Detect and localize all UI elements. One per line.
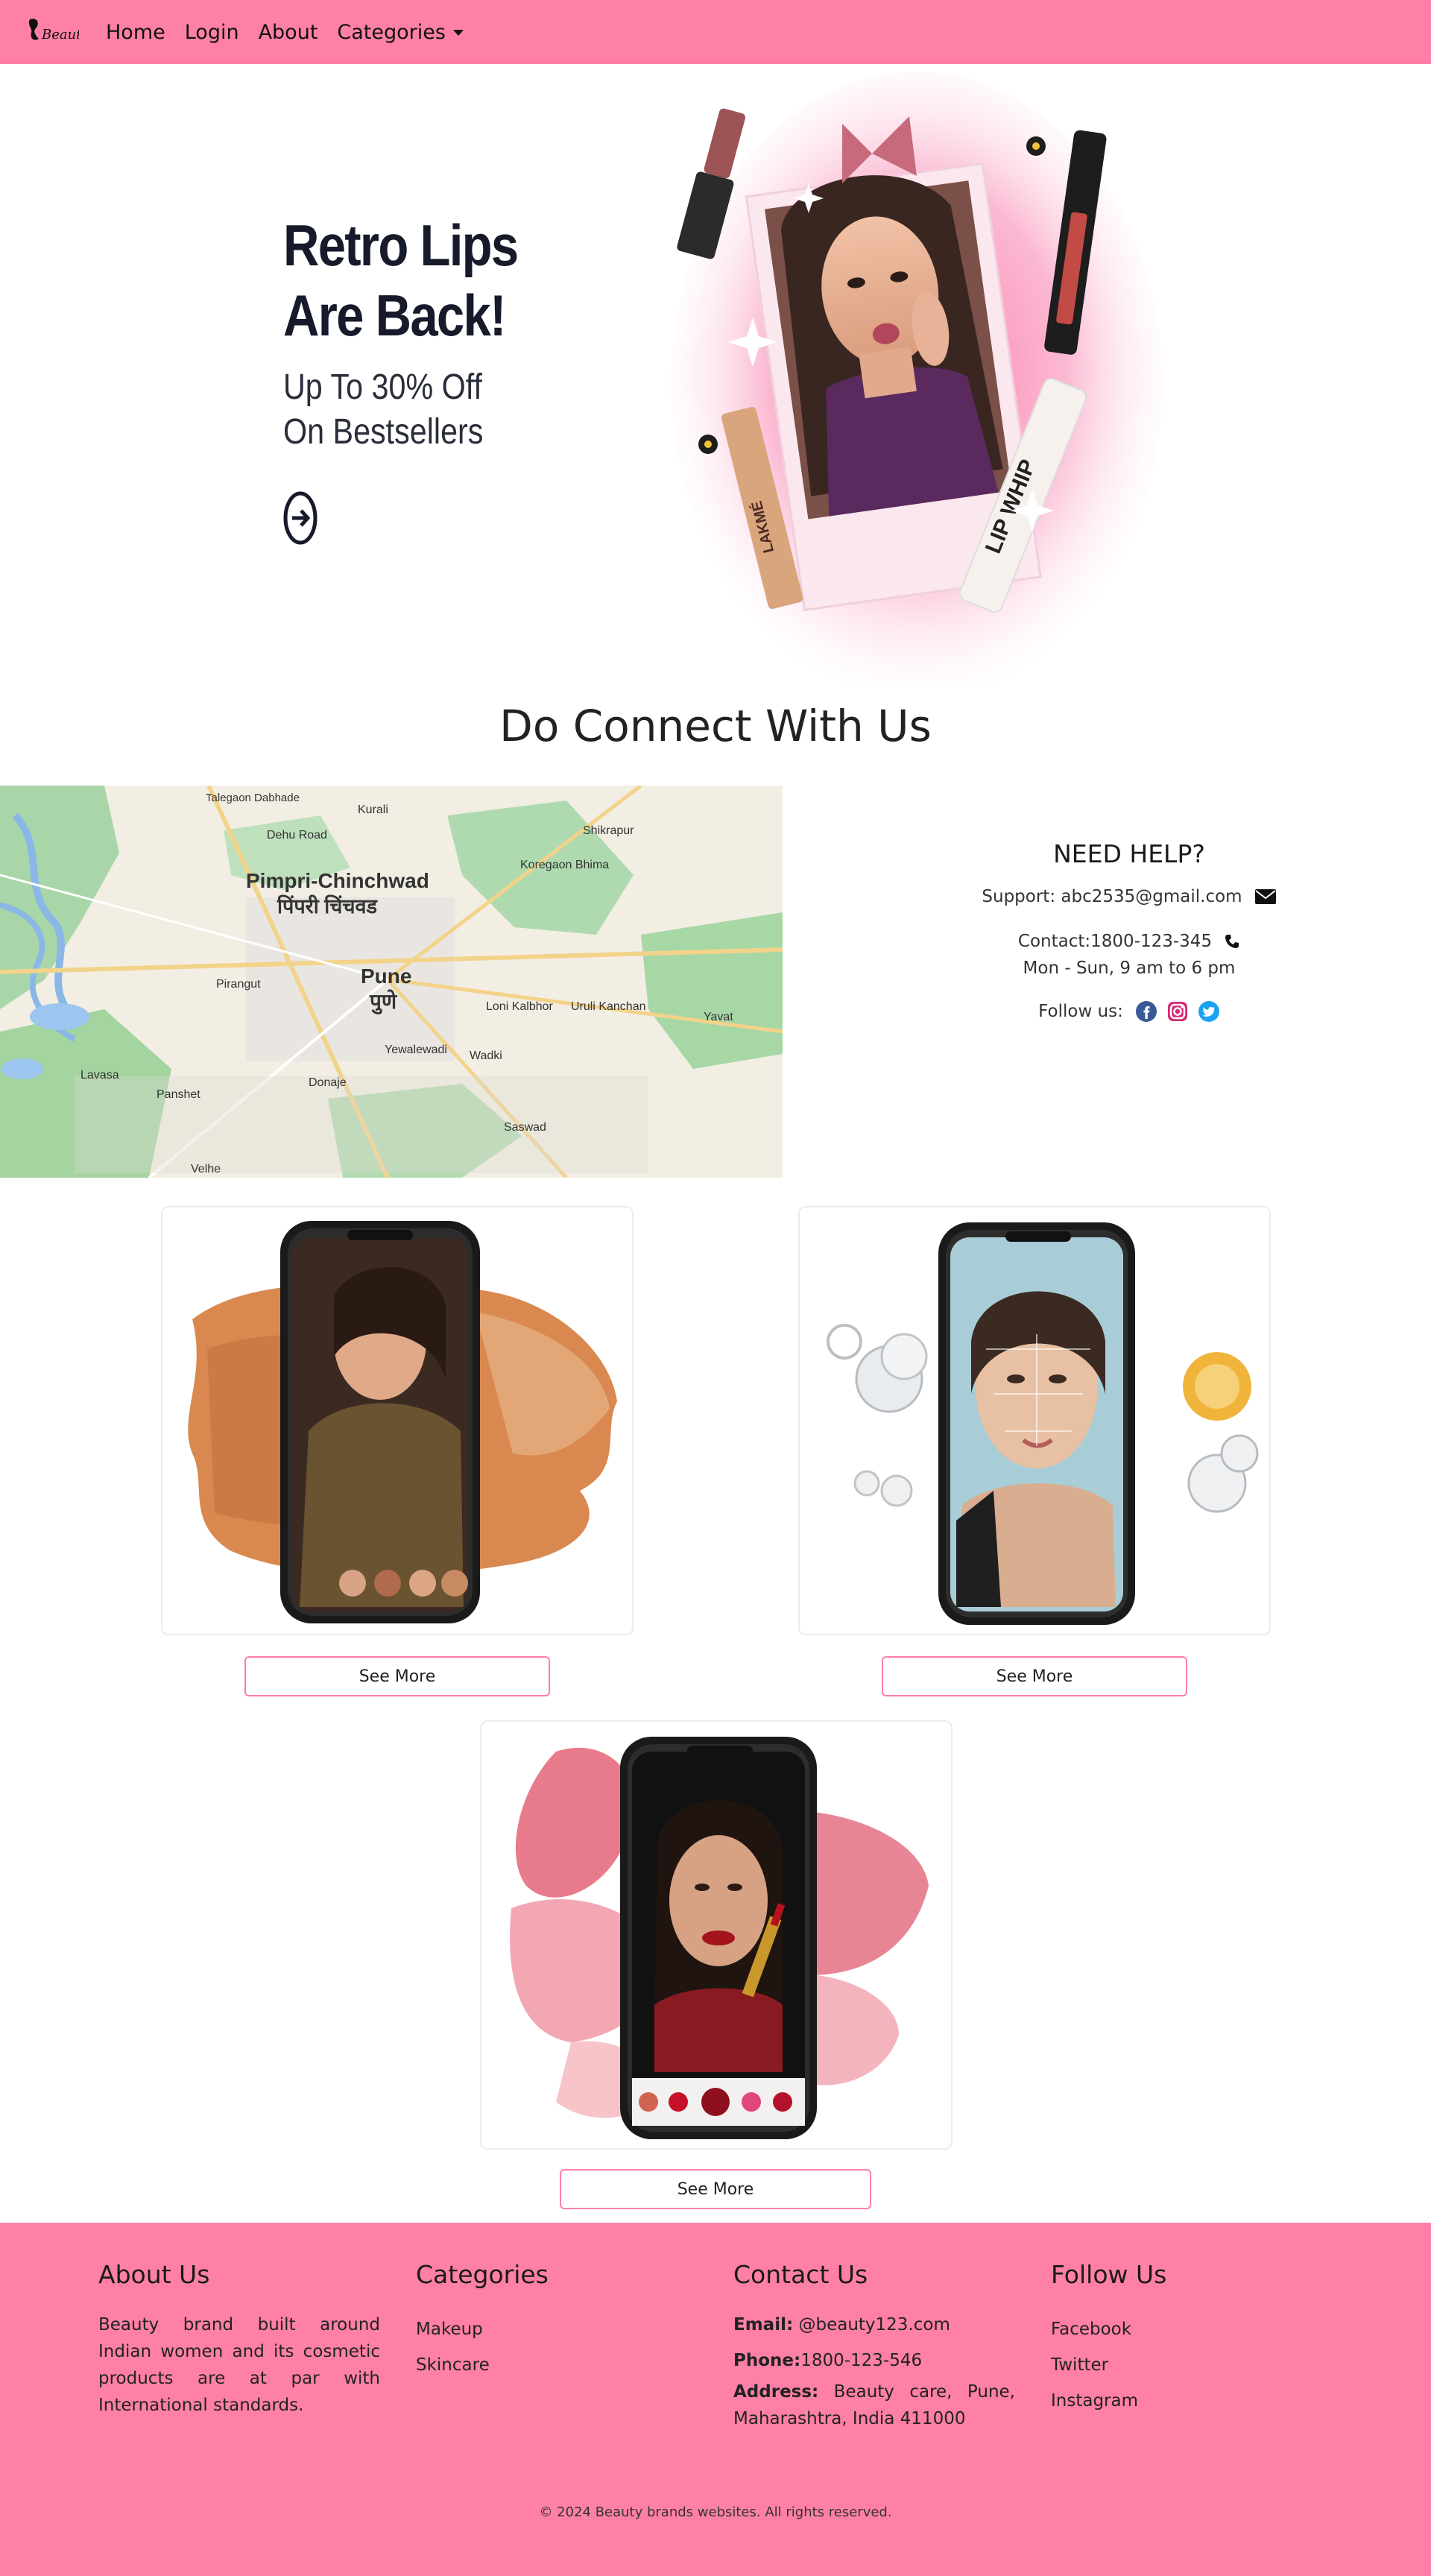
nav-home-link[interactable]: Home — [106, 21, 165, 44]
help-title: NEED HELP? — [1053, 839, 1205, 868]
foundation-try-on-image — [188, 1221, 617, 1623]
map-label-pune-marathi: पुणे — [370, 990, 397, 1013]
footer-address: Address: Beauty care, Pune, Maharashtra,… — [733, 2378, 1015, 2432]
footer-follow-title: Follow Us — [1051, 2260, 1167, 2289]
footer: About Us Beauty brand built around India… — [0, 2223, 1431, 2576]
map-label-dehu-road: Dehu Road — [267, 829, 327, 842]
footer-link-twitter[interactable]: Twitter — [1051, 2347, 1304, 2383]
support-hours: Mon - Sun, 9 am to 6 pm — [1023, 959, 1236, 978]
map-label-saswad: Saswad — [504, 1121, 546, 1134]
footer-address-label: Address: — [733, 2382, 819, 2402]
footer-categories-title: Categories — [416, 2260, 549, 2289]
map-label-lavasa: Lavasa — [80, 1069, 119, 1082]
brand-logo[interactable]: Beauty — [22, 13, 79, 51]
location-map[interactable]: Pimpri-Chinchwad पिंपरी चिंचवड Pune पुणे… — [0, 786, 783, 1178]
nav-login-link[interactable]: Login — [185, 21, 239, 44]
navbar: Beauty Home Login About Categories — [0, 0, 1431, 64]
map-label-yavat: Yavat — [704, 1011, 733, 1023]
hero-product-image: LIP WHIP LAKMÉ — [671, 72, 1163, 687]
connect-section-title: Do Connect With Us — [499, 701, 932, 751]
hero-title: Retro Lips Are Back! — [283, 212, 519, 348]
skincare-try-on-image — [827, 1222, 1259, 1625]
footer-phone-value[interactable]: 1800-123-546 — [800, 2351, 922, 2370]
product-card-lipstick[interactable] — [480, 1720, 953, 2150]
follow-label: Follow us: — [1038, 1002, 1123, 1021]
footer-link-skincare[interactable]: Skincare — [416, 2347, 669, 2383]
map-label-pune: Pune — [361, 965, 412, 988]
phone-icon — [1225, 935, 1239, 948]
footer-categories: Categories Makeup Skincare — [416, 2260, 669, 2383]
help-panel: NEED HELP? Support: abc2535@gmail.com Co… — [909, 839, 1349, 1025]
instagram-icon[interactable] — [1166, 1000, 1189, 1023]
map-label-velhe: Velhe — [191, 1163, 221, 1175]
map-label-kurali: Kurali — [358, 804, 388, 816]
map-label-koregaon: Koregaon Bhima — [520, 859, 610, 871]
contact-row: Contact:1800-123-345 — [909, 928, 1349, 955]
map-label-pimpri: Pimpri-Chinchwad — [246, 869, 429, 892]
hero-subtitle: Up To 30% Off On Bestsellers — [283, 367, 484, 452]
nav-categories-dropdown[interactable]: Categories — [337, 21, 464, 44]
svg-text:Beauty: Beauty — [41, 27, 79, 42]
map-label-talegaon: Talegaon Dabhade — [206, 792, 300, 804]
footer-about-title: About Us — [98, 2260, 210, 2289]
footer-link-makeup[interactable]: Makeup — [416, 2311, 669, 2347]
product-card-skincare[interactable] — [798, 1206, 1271, 1635]
chevron-down-icon — [452, 30, 464, 36]
envelope-icon[interactable] — [1254, 888, 1277, 905]
footer-about-text: Beauty brand built around Indian women a… — [98, 2315, 380, 2415]
twitter-icon[interactable] — [1198, 1000, 1220, 1023]
footer-phone-label: Phone: — [733, 2351, 801, 2370]
map-label-panshet: Panshet — [157, 1088, 200, 1101]
support-row: Support: abc2535@gmail.com — [909, 883, 1349, 910]
nav-about-link[interactable]: About — [259, 21, 318, 44]
nav-categories-label: Categories — [337, 20, 446, 44]
contact-phone[interactable]: Contact:1800-123-345 — [1018, 928, 1212, 955]
see-more-button-1[interactable]: See More — [244, 1656, 550, 1696]
copyright-text: © 2024 Beauty brands websites. All right… — [539, 2504, 892, 2520]
footer-email: Email: @beauty123.com — [733, 2311, 1015, 2338]
map-label-donaje: Donaje — [309, 1076, 347, 1089]
product-card-foundation[interactable] — [161, 1206, 634, 1635]
facebook-icon[interactable] — [1135, 1000, 1157, 1023]
footer-follow: Follow Us Facebook Twitter Instagram — [1051, 2260, 1304, 2419]
follow-row: Follow us: — [909, 998, 1349, 1025]
arrow-right-circle-icon[interactable] — [283, 490, 318, 546]
map-label-uruli: Uruli Kanchan — [571, 1000, 646, 1013]
see-more-button-2[interactable]: See More — [882, 1656, 1187, 1696]
hero-banner[interactable]: Retro Lips Are Back! Up To 30% Off On Be… — [0, 64, 1431, 687]
map-label-loni: Loni Kalbhor — [486, 1000, 553, 1013]
footer-contact: Contact Us Email: @beauty123.com Phone:1… — [733, 2260, 1015, 2432]
lipstick-try-on-image — [510, 1737, 929, 2139]
map-label-yewalewadi: Yewalewadi — [385, 1044, 447, 1056]
footer-phone: Phone:1800-123-546 — [733, 2347, 1015, 2374]
footer-contact-title: Contact Us — [733, 2260, 868, 2289]
footer-about: About Us Beauty brand built around India… — [98, 2260, 380, 2419]
map-label-pirangut: Pirangut — [216, 978, 261, 991]
map-label-pimpri-marathi: पिंपरी चिंचवड — [277, 895, 377, 918]
map-label-shikrapur: Shikrapur — [583, 824, 634, 837]
footer-email-value[interactable]: @beauty123.com — [793, 2315, 950, 2334]
map-label-wadki: Wadki — [470, 1049, 502, 1062]
footer-link-facebook[interactable]: Facebook — [1051, 2311, 1304, 2347]
see-more-button-3[interactable]: See More — [560, 2169, 871, 2209]
hero-text: Retro Lips Are Back! Up To 30% Off On Be… — [283, 210, 556, 455]
footer-link-instagram[interactable]: Instagram — [1051, 2383, 1304, 2419]
social-icons — [1135, 1000, 1220, 1023]
support-email[interactable]: Support: abc2535@gmail.com — [982, 883, 1242, 910]
footer-email-label: Email: — [733, 2315, 794, 2334]
